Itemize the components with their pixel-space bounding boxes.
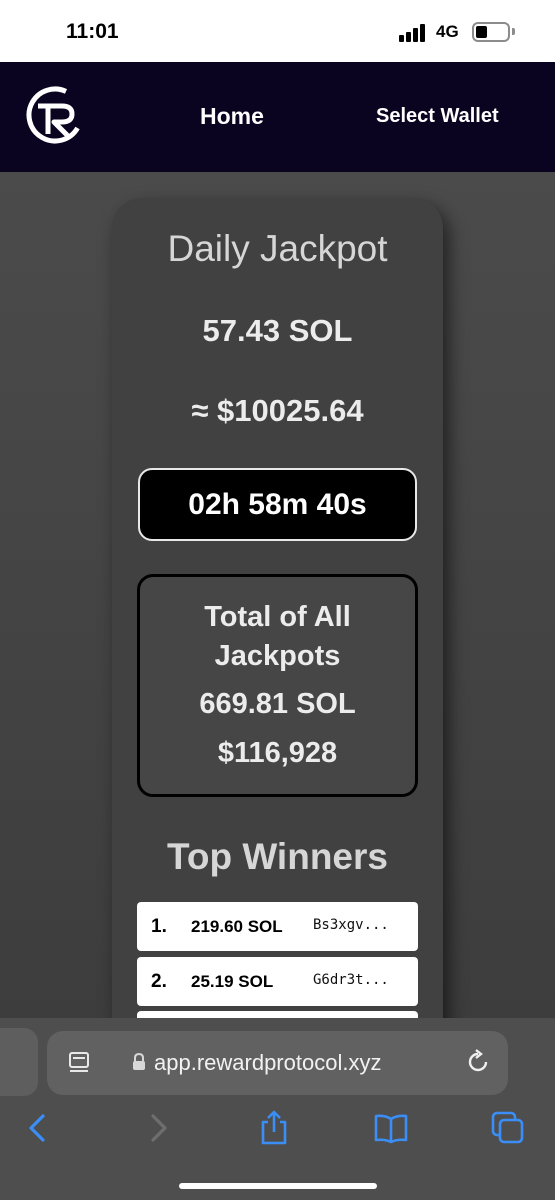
previous-tab-preview[interactable] xyxy=(0,1028,38,1096)
winner-amount: 219.60 SOL xyxy=(191,917,283,936)
winner-rank: 1. xyxy=(151,916,167,937)
forward-icon[interactable] xyxy=(140,1110,176,1146)
total-jackpots-title: Total of All Jackpots xyxy=(204,601,351,672)
reward-protocol-logo-icon[interactable] xyxy=(26,86,84,144)
jackpot-sol-amount: 57.43 SOL xyxy=(202,313,353,348)
status-bar: 11:01 4G xyxy=(0,0,555,62)
jackpot-countdown: 02h 58m 40s xyxy=(138,468,417,541)
signal-icon xyxy=(399,24,429,42)
winner-rank: 2. xyxy=(151,971,167,992)
nav-home-link[interactable]: Home xyxy=(200,103,264,130)
jackpot-usd-amount: ≈ $10025.64 xyxy=(191,393,364,428)
battery-icon xyxy=(472,22,510,42)
url-text[interactable]: app.rewardprotocol.xyz xyxy=(154,1050,381,1076)
battery-tip xyxy=(512,28,515,35)
winner-amount: 25.19 SOL xyxy=(191,972,274,991)
winner-row[interactable]: 1. 219.60 SOL Bs3xgv... xyxy=(137,902,418,951)
total-jackpots-sol: 669.81 SOL xyxy=(199,688,356,720)
tabs-icon[interactable] xyxy=(490,1110,526,1146)
share-icon[interactable] xyxy=(256,1110,292,1146)
network-label: 4G xyxy=(436,22,459,41)
status-time: 11:01 xyxy=(66,20,119,43)
winner-row[interactable]: 2. 25.19 SOL G6dr3t... xyxy=(137,957,418,1006)
winner-address: G6dr3t... xyxy=(313,972,389,988)
total-jackpots-usd: $116,928 xyxy=(217,737,338,769)
daily-jackpot-title: Daily Jackpot xyxy=(167,228,388,269)
reload-icon[interactable] xyxy=(465,1049,491,1075)
reader-icon[interactable] xyxy=(68,1052,90,1074)
back-icon[interactable] xyxy=(20,1110,56,1146)
app-header: Home Select Wallet xyxy=(0,62,555,172)
top-winners-title: Top Winners xyxy=(167,836,388,877)
bookmarks-icon[interactable] xyxy=(373,1110,409,1146)
winner-address: Bs3xgv... xyxy=(313,917,389,933)
home-indicator xyxy=(179,1183,377,1189)
lock-icon xyxy=(133,1053,145,1070)
select-wallet-button[interactable]: Select Wallet xyxy=(376,105,499,128)
